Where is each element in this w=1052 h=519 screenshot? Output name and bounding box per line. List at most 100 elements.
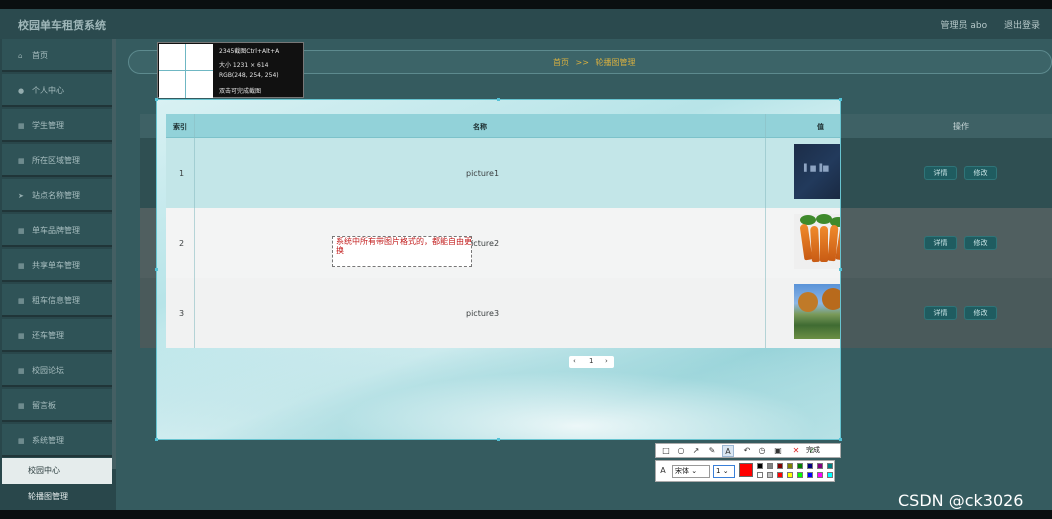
top-strip: [0, 0, 1052, 9]
color-swatch[interactable]: [797, 463, 803, 469]
edit-button[interactable]: 修改: [964, 166, 997, 180]
row-index: 2: [179, 239, 185, 248]
bottom-strip: [0, 510, 1052, 519]
magnifier-hint: 双击可完成截图: [219, 88, 262, 95]
magnifier-rgb: RGB(248, 254, 254): [219, 72, 279, 79]
text-style-icon: A: [660, 466, 666, 475]
name-header: 名称: [473, 123, 487, 131]
rectangle-tool-icon[interactable]: □: [660, 445, 672, 457]
magnifier-title: 2345截图Ctrl+Alt+A: [219, 48, 280, 55]
color-swatch[interactable]: [767, 472, 773, 478]
color-swatch[interactable]: [777, 472, 783, 478]
detail-button[interactable]: 详情: [924, 306, 957, 320]
table-row: 3 picture3: [166, 278, 840, 348]
text-tool-icon[interactable]: A: [722, 445, 734, 457]
color-swatch[interactable]: [817, 463, 823, 469]
sidebar-item[interactable]: ▦ 还车管理: [2, 319, 112, 352]
sidebar-item[interactable]: ⌂ 首页: [2, 39, 112, 72]
grid-icon: ▦: [18, 122, 25, 130]
sidebar-item-label: 共享单车管理: [32, 261, 80, 270]
logout-link[interactable]: 退出登录: [1004, 21, 1040, 31]
detail-button[interactable]: 详情: [924, 236, 957, 250]
screenshot-capture-region[interactable]: 索引 名称 值 1 picture1 ▌▆▐▆ 2 picture2 3 pic…: [156, 99, 841, 440]
sidebar-item-label: 个人中心: [32, 86, 64, 95]
color-swatch[interactable]: [807, 463, 813, 469]
grid-icon: ▦: [18, 262, 25, 270]
color-swatch[interactable]: [757, 472, 763, 478]
index-header: 索引: [173, 123, 187, 131]
value-header: 值: [817, 123, 824, 131]
row-index: 1: [179, 169, 185, 178]
image-thumbnail[interactable]: ▌▆▐▆: [794, 144, 840, 199]
next-page-button[interactable]: ›: [605, 357, 608, 365]
ellipse-tool-icon[interactable]: ○: [675, 445, 687, 457]
color-swatch[interactable]: [827, 463, 833, 469]
sidebar-item[interactable]: ▦ 所在区域管理: [2, 144, 112, 177]
detail-button[interactable]: 详情: [924, 166, 957, 180]
sidebar-item[interactable]: ▦ 租车信息管理: [2, 284, 112, 317]
table-header: 索引 名称 值: [166, 114, 840, 138]
sidebar-item-label: 系统管理: [32, 436, 64, 445]
page-number[interactable]: 1: [589, 357, 593, 365]
prev-page-button[interactable]: ‹: [573, 357, 576, 365]
resize-handle[interactable]: [497, 438, 500, 441]
resize-handle[interactable]: [839, 98, 842, 101]
actions-header: 操作: [953, 122, 969, 131]
color-swatch[interactable]: [787, 463, 793, 469]
color-swatch[interactable]: [807, 472, 813, 478]
sidebar-item[interactable]: ▦ 系统管理: [2, 424, 112, 457]
done-button[interactable]: 完成: [806, 445, 820, 455]
sidebar-item[interactable]: ▦ 校园论坛: [2, 354, 112, 387]
watermark: CSDN @ck3026: [898, 491, 1024, 510]
color-swatch[interactable]: [817, 472, 823, 478]
sidebar-item[interactable]: ▦ 学生管理: [2, 109, 112, 142]
resize-handle[interactable]: [839, 438, 842, 441]
row-name: picture3: [466, 309, 500, 318]
breadcrumb-home[interactable]: 首页: [553, 58, 569, 67]
pencil-tool-icon[interactable]: ✎: [706, 445, 718, 457]
resize-handle[interactable]: [155, 98, 158, 101]
grid-icon: ▦: [18, 157, 25, 165]
save-icon[interactable]: ▣: [772, 445, 784, 457]
edit-button[interactable]: 修改: [964, 236, 997, 250]
sidebar-item-label: 还车管理: [32, 331, 64, 340]
image-thumbnail[interactable]: [794, 284, 840, 339]
annotation-text[interactable]: 系统中所有带图片格式的，都能自由更换: [336, 237, 472, 255]
sidebar-subitem[interactable]: 轮播图管理: [2, 484, 112, 510]
color-swatch[interactable]: [777, 463, 783, 469]
text-annotation[interactable]: 系统中所有带图片格式的，都能自由更换: [332, 236, 472, 267]
color-swatch[interactable]: [797, 472, 803, 478]
sidebar-item[interactable]: ▦ 共享单车管理: [2, 249, 112, 282]
cancel-icon[interactable]: ✕: [790, 445, 802, 457]
send-icon: ➤: [18, 192, 24, 200]
user-icon: ●: [18, 87, 25, 95]
sidebar-item-label: 学生管理: [32, 121, 64, 130]
sidebar-item[interactable]: ▦ 留言板: [2, 389, 112, 422]
font-select[interactable]: 宋体 ⌄: [672, 465, 710, 478]
sidebar-item-label: 所在区域管理: [32, 156, 80, 165]
history-icon[interactable]: ◷: [756, 445, 768, 457]
image-thumbnail[interactable]: [794, 214, 840, 269]
current-color-swatch[interactable]: [739, 463, 753, 477]
font-size-select[interactable]: 1 ⌄: [713, 465, 735, 478]
sidebar-item[interactable]: ● 个人中心: [2, 74, 112, 107]
color-swatch[interactable]: [827, 472, 833, 478]
magnifier-size: 大小 1231 × 614: [219, 62, 269, 69]
undo-icon[interactable]: ↶: [741, 445, 753, 457]
user-label[interactable]: 管理员 abo: [941, 21, 988, 31]
resize-handle[interactable]: [155, 438, 158, 441]
color-swatch[interactable]: [787, 472, 793, 478]
sidebar-item-label: 租车信息管理: [32, 296, 80, 305]
resize-handle[interactable]: [497, 98, 500, 101]
row-name: picture1: [466, 169, 500, 178]
edit-button[interactable]: 修改: [964, 306, 997, 320]
color-swatch[interactable]: [767, 463, 773, 469]
color-swatch[interactable]: [757, 463, 763, 469]
sidebar-item[interactable]: ▦ 单车品牌管理: [2, 214, 112, 247]
grid-icon: ▦: [18, 297, 25, 305]
resize-handle[interactable]: [155, 268, 158, 271]
arrow-tool-icon[interactable]: ↗: [690, 445, 702, 457]
sidebar-item[interactable]: ➤ 站点名称管理: [2, 179, 112, 212]
resize-handle[interactable]: [839, 268, 842, 271]
sidebar-subitem[interactable]: 校园中心: [2, 458, 112, 484]
